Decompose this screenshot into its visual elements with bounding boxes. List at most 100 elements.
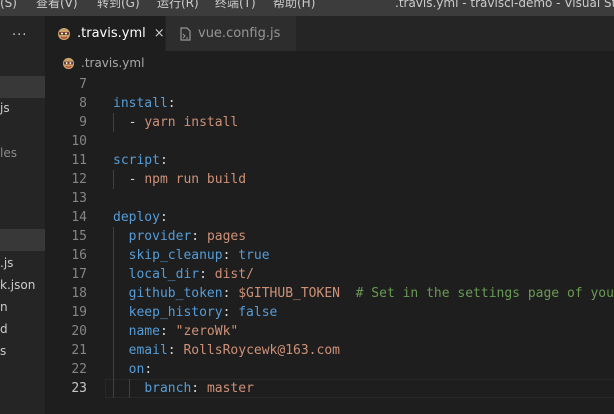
code-line[interactable]: 17 local_dir: dist/ [45,265,614,284]
code-token: : [167,96,176,111]
explorer-item[interactable]: k.json [0,277,35,293]
code-token: : [144,362,153,377]
menu-item-run[interactable]: 运行(R) [157,0,199,9]
code-token: - [113,172,145,187]
menu-item-view[interactable]: 查看(V) [36,0,78,9]
code-line[interactable]: 15 provider: pages [45,227,614,246]
code-token: pages [206,229,247,244]
code-token: name [128,324,160,339]
line-number: 12 [71,172,87,187]
code-token: : [159,210,168,225]
explorer-item[interactable]: les [0,145,17,161]
code-line[interactable]: 19 keep_history: false [45,303,614,322]
code-line[interactable]: 13 [45,189,614,208]
travis-mascot-icon [57,27,71,41]
code-line[interactable]: 9 - yarn install [45,113,614,132]
code-line[interactable]: 23 branch: master [45,379,614,398]
indent-guide [113,113,114,132]
code-token: : [167,343,184,358]
code-line[interactable]: 12 - npm run build [45,170,614,189]
line-number: 22 [71,362,87,377]
indent-guide [129,379,130,398]
code-token: local_dir [128,267,200,282]
line-number: 15 [71,229,87,244]
window-title: .travis.yml - travisci-demo - Visual Stu… [395,0,614,10]
code-line[interactable]: 14 deploy: [45,208,614,227]
line-number: 9 [79,115,87,130]
explorer-item[interactable]: n [0,299,8,315]
explorer-item[interactable]: .js [0,255,13,271]
line-number: 14 [71,210,87,225]
menu-item-terminal[interactable]: 终端(T) [215,0,256,9]
code-token: : [191,381,207,396]
code-token: on [128,362,145,377]
code-token: github_token [128,286,223,301]
menu-item-selection[interactable]: (S) [0,0,17,9]
breadcrumb-file[interactable]: .travis.yml [81,56,144,70]
code-token: dist/ [214,267,254,282]
code-line[interactable]: 10 [45,132,614,151]
code-token: : [191,229,207,244]
close-icon[interactable]: × [154,26,165,41]
code-line[interactable]: 7 [45,75,614,94]
explorer-section-header[interactable] [0,229,45,251]
code-line[interactable]: 8 install: [45,94,614,113]
tab-travis-yml[interactable]: .travis.yml × [45,16,165,51]
line-number: 21 [71,343,87,358]
code-text: email: RollsRoycewk@163.com [113,341,340,360]
line-number: 13 [71,191,87,206]
code-token: true [238,248,270,263]
code-line[interactable]: 11 script: [45,151,614,170]
code-editor[interactable]: 7 8 install: 9 - yarn install 10 11 script: 12 … [45,75,614,414]
code-line[interactable]: 18 github_token: $GITHUB_TOKEN # Set in … [45,284,614,303]
code-line[interactable]: 22 on: [45,360,614,379]
code-token: : [222,305,239,320]
code-token: # Set in the settings page of your [355,286,614,301]
explorer-item[interactable]: js [0,100,10,116]
explorer-section-header[interactable] [0,76,45,98]
code-token: deploy [113,210,160,225]
explorer-item[interactable]: d [0,321,8,337]
code-token: false [238,305,278,320]
line-number: 11 [71,153,87,168]
code-text: name: "zeroWk" [113,322,239,341]
line-number: 16 [71,248,87,263]
tab-vue-config-js[interactable]: vue.config.js [166,16,297,51]
menu-item-go[interactable]: 转到(G) [97,0,140,9]
code-token: : [199,267,215,282]
code-token: : [159,153,168,168]
code-token: : [222,248,239,263]
explorer-item[interactable]: s [0,343,6,359]
code-line[interactable]: 21 email: RollsRoycewk@163.com [45,341,614,360]
menu-item-help[interactable]: 帮助(H) [273,0,315,9]
code-text: install: [113,94,176,113]
tab-label: vue.config.js [198,26,281,41]
code-token: keep_history [128,305,223,320]
line-number: 8 [79,96,87,111]
indent-guide [113,227,114,398]
title-bar: (S) 查看(V) 转到(G) 运行(R) 终端(T) 帮助(H) .travi… [0,0,614,16]
code-token: branch [144,381,192,396]
line-number: 17 [71,267,87,282]
code-token: script [113,153,160,168]
line-number: 7 [79,77,87,92]
code-token: "zeroWk" [175,324,239,339]
code-text: script: [113,151,168,170]
code-text: local_dir: dist/ [113,265,254,284]
more-actions-icon[interactable]: ··· [12,28,27,43]
file-icon [178,26,192,41]
code-token: $GITHUB_TOKEN [238,286,340,301]
code-token: : [159,324,176,339]
code-line[interactable]: 20 name: "zeroWk" [45,322,614,341]
code-text: github_token: $GITHUB_TOKEN # Set in the… [113,284,614,303]
code-line[interactable]: 16 skip_cleanup: true [45,246,614,265]
code-token: RollsRoycewk@163.com [183,343,340,358]
code-text: skip_cleanup: true [113,246,270,265]
code-token: skip_cleanup [128,248,223,263]
